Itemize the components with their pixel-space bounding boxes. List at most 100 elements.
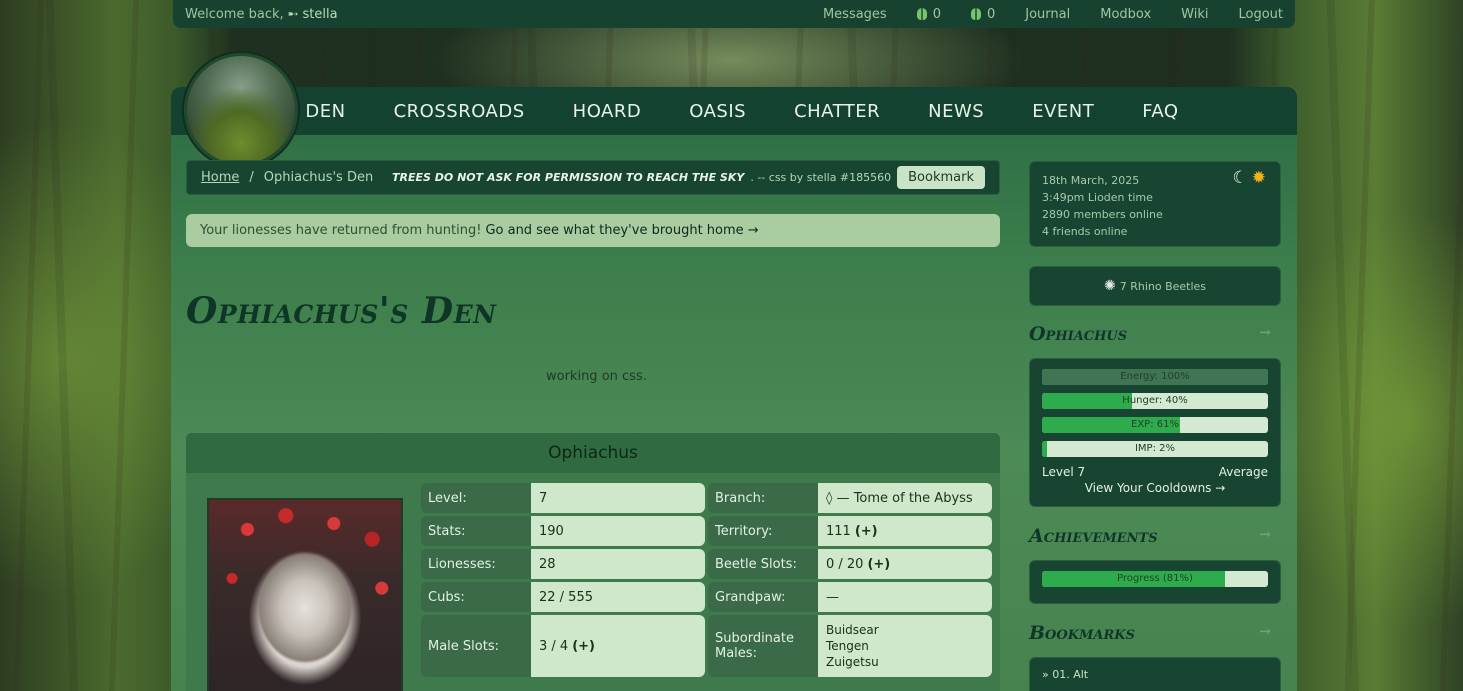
- date-box: 18th March, 2025 3:49pm Lioden time 2890…: [1029, 161, 1281, 247]
- stat-stats: Stats: 190: [421, 516, 705, 546]
- notice-text: Your lionesses have returned from huntin…: [200, 223, 482, 238]
- stat-subordinate-males: Subordinate Males: Buidsear Tengen Zuige…: [708, 615, 992, 677]
- level-text: Level 7: [1042, 465, 1086, 479]
- stat-value: 3 / 4 (+): [531, 615, 705, 677]
- bookmarks-title-text[interactable]: Bookmarks: [1029, 622, 1135, 644]
- stat-value: 111 (+): [818, 516, 992, 546]
- achievements-title-text[interactable]: Achievements: [1029, 525, 1158, 547]
- stat-label: Branch:: [708, 483, 818, 513]
- page-title: Ophiachus's Den: [186, 290, 497, 332]
- modbox-link[interactable]: Modbox: [1100, 7, 1151, 22]
- stats-row: Level: 7 Branch: ◊ — Tome of the Abyss: [421, 483, 993, 513]
- territory-add-button[interactable]: (+): [855, 524, 878, 539]
- subordinate-male[interactable]: Zuigetsu: [826, 655, 879, 669]
- rank-text: Average: [1218, 465, 1268, 479]
- male-slots-add-button[interactable]: (+): [572, 639, 595, 654]
- stat-lionesses: Lionesses: 28: [421, 549, 705, 579]
- welcome-text: Welcome back,: [185, 6, 284, 22]
- stat-label: Territory:: [708, 516, 818, 546]
- imp-bar-label: IMP: 2%: [1134, 443, 1176, 454]
- stat-value: 28: [531, 549, 705, 579]
- nav-chatter[interactable]: CHATTER: [794, 101, 880, 122]
- css-credit: . -- css by stella #185560: [750, 171, 892, 184]
- subordinate-male[interactable]: Buidsear: [826, 623, 879, 637]
- stat-label: Lionesses:: [421, 549, 531, 579]
- stat-label: Male Slots:: [421, 615, 531, 677]
- beetle-icon: [970, 8, 981, 20]
- cooldowns-link[interactable]: View Your Cooldowns →: [1042, 481, 1268, 495]
- lion-status-box: Energy: 100% Hunger: 40% EXP: 61% IMP: 2…: [1029, 358, 1281, 507]
- beetle-icon: [916, 8, 927, 20]
- stats-row: Stats: 190 Territory: 111 (+): [421, 516, 993, 546]
- moon-icon: ☾: [1232, 168, 1248, 188]
- achievements-progress-label: Progress (81%): [1117, 573, 1193, 584]
- username-link[interactable]: stella: [303, 7, 338, 22]
- stat-grandpaw: Grandpaw: —: [708, 582, 992, 612]
- bookmark-item[interactable]: » 01. Alt: [1042, 668, 1268, 681]
- territory-value: 111: [826, 523, 851, 539]
- wiki-link[interactable]: Wiki: [1181, 7, 1208, 22]
- stat-beetle-slots: Beetle Slots: 0 / 20 (+): [708, 549, 992, 579]
- time-text: 3:49pm Lioden time: [1042, 191, 1153, 204]
- stats-row: Cubs: 22 / 555 Grandpaw: —: [421, 582, 993, 612]
- counter-one[interactable]: 0: [916, 7, 941, 22]
- lion-sidebar-title: Ophiachus →: [1029, 323, 1281, 345]
- bookmarks-box: » 01. Alt: [1029, 657, 1281, 691]
- energy-bar-label: Energy: 100%: [1120, 371, 1190, 382]
- achievements-box: Progress (81%): [1029, 560, 1281, 604]
- arrow-right-icon[interactable]: →: [1259, 624, 1271, 640]
- lion-image[interactable]: [207, 498, 403, 691]
- breadcrumb-right: TREES DO NOT ASK FOR PERMISSION TO REACH…: [392, 166, 985, 189]
- stat-label: Beetle Slots:: [708, 549, 818, 579]
- nav-den[interactable]: DEN: [305, 101, 345, 122]
- stat-value: 190: [531, 516, 705, 546]
- counter-two[interactable]: 0: [970, 7, 995, 22]
- members-online: 2890 members online: [1042, 208, 1163, 221]
- beetle-icon: ✺: [1103, 278, 1116, 294]
- breadcrumb-current: Ophiachus's Den: [263, 170, 374, 185]
- lion-sidebar-title-text[interactable]: Ophiachus: [1029, 323, 1127, 345]
- friends-online: 4 friends online: [1042, 225, 1128, 238]
- arrow-icon: ➸: [287, 6, 299, 22]
- stat-level: Level: 7: [421, 483, 705, 513]
- journal-link[interactable]: Journal: [1025, 7, 1070, 22]
- nav-oasis[interactable]: OASIS: [689, 101, 746, 122]
- nav-hoard[interactable]: HOARD: [573, 101, 642, 122]
- den-quote: TREES DO NOT ASK FOR PERMISSION TO REACH…: [392, 171, 745, 184]
- den-description: working on css.: [546, 369, 647, 384]
- messages-link[interactable]: Messages: [823, 7, 887, 22]
- achievements-title: Achievements →: [1029, 525, 1281, 547]
- beetles-box[interactable]: ✺ 7 Rhino Beetles: [1029, 266, 1281, 306]
- bookmark-button[interactable]: Bookmark: [897, 166, 985, 189]
- site-logo[interactable]: [184, 53, 298, 167]
- stat-value[interactable]: ◊ — Tome of the Abyss: [818, 483, 992, 513]
- energy-bar: Energy: 100%: [1042, 369, 1268, 385]
- subordinate-male[interactable]: Tengen: [826, 639, 879, 653]
- level-row: Level 7 Average: [1042, 465, 1268, 479]
- bookmarks-title: Bookmarks →: [1029, 622, 1281, 644]
- stat-label: Grandpaw:: [708, 582, 818, 612]
- nav-news[interactable]: NEWS: [928, 101, 984, 122]
- male-slots-value: 3 / 4: [539, 638, 569, 654]
- nav-faq[interactable]: FAQ: [1142, 101, 1178, 122]
- stats-row: Male Slots: 3 / 4 (+) Subordinate Males:…: [421, 615, 993, 677]
- arrow-right-icon[interactable]: →: [1259, 325, 1271, 341]
- stat-territory: Territory: 111 (+): [708, 516, 992, 546]
- top-bar: Welcome back, ➸ stella Messages 0 0 Jour…: [173, 0, 1295, 28]
- breadcrumb-home[interactable]: Home: [201, 170, 239, 185]
- achievements-progress-bar: Progress (81%): [1042, 571, 1268, 587]
- stat-label: Level:: [421, 483, 531, 513]
- beetle-slots-add-button[interactable]: (+): [867, 557, 890, 572]
- notice-link[interactable]: Go and see what they've brought home →: [485, 223, 758, 238]
- stat-value: 22 / 555: [531, 582, 705, 612]
- nav-event[interactable]: EVENT: [1032, 101, 1094, 122]
- arrow-right-icon[interactable]: →: [1259, 527, 1271, 543]
- subordinate-list: Buidsear Tengen Zuigetsu: [826, 623, 879, 669]
- stat-value: 7: [531, 483, 705, 513]
- imp-bar: IMP: 2%: [1042, 441, 1268, 457]
- hunger-bar-label: Hunger: 40%: [1122, 395, 1188, 406]
- nav-crossroads[interactable]: CROSSROADS: [394, 101, 525, 122]
- logout-link[interactable]: Logout: [1238, 7, 1283, 22]
- hunt-notice: Your lionesses have returned from huntin…: [186, 214, 1000, 247]
- hunger-bar: Hunger: 40%: [1042, 393, 1268, 409]
